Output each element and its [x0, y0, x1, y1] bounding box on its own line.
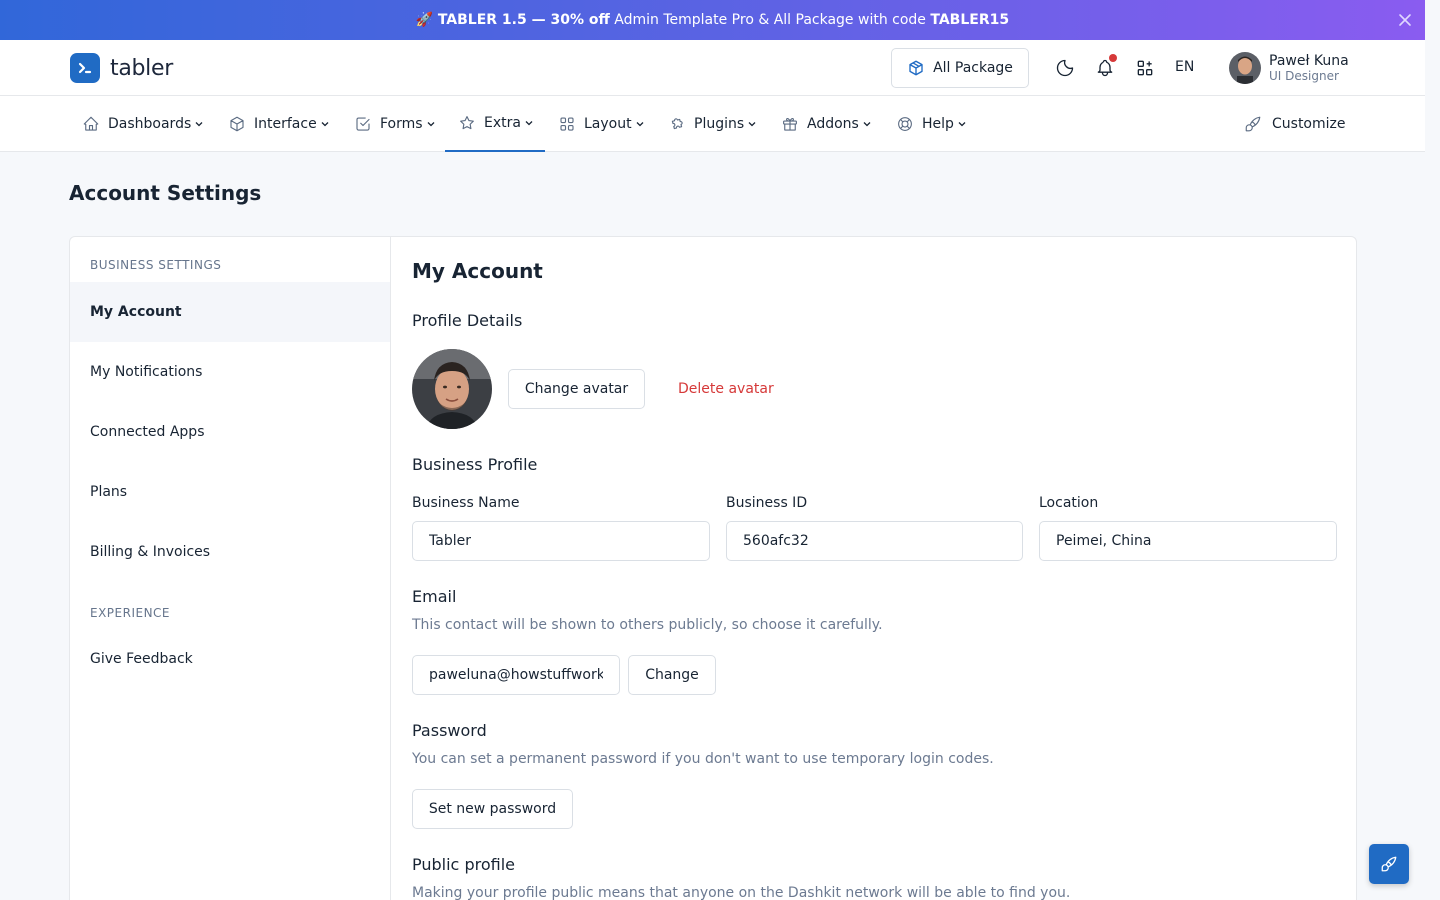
sidebar-section-business: Business settings: [90, 258, 222, 272]
nav-item-layout[interactable]: Layout: [558, 96, 645, 152]
customize-label: Customize: [1272, 116, 1346, 132]
brush-icon: [1245, 116, 1261, 132]
chevron-down-icon: [958, 122, 966, 127]
location-label: Location: [1039, 495, 1099, 511]
delete-avatar-link[interactable]: Delete avatar: [678, 381, 774, 397]
notification-dot: [1109, 54, 1117, 62]
nav-item-dashboards[interactable]: Dashboards: [82, 96, 204, 152]
settings-card: Business settings My Account My Notifica…: [69, 236, 1357, 900]
promo-banner: 🚀 TABLER 1.5 — 30% off Admin Template Pr…: [0, 0, 1425, 40]
logo[interactable]: tabler: [70, 53, 173, 83]
banner-discount: 30% off: [550, 12, 610, 28]
all-package-label: All Package: [933, 60, 1013, 76]
bell-icon[interactable]: [1095, 54, 1117, 78]
location-input[interactable]: [1039, 521, 1337, 561]
nav-item-interface[interactable]: Interface: [228, 96, 330, 152]
nav-item-extra[interactable]: Extra: [445, 96, 545, 152]
chevron-down-icon: [321, 122, 329, 127]
close-icon[interactable]: [1397, 12, 1413, 28]
business-name-input[interactable]: [412, 521, 710, 561]
nav-label-help: Help: [922, 116, 954, 132]
email-description: This contact will be shown to others pub…: [412, 617, 883, 633]
sidebar-section-experience: Experience: [90, 606, 171, 620]
change-email-button[interactable]: Change: [628, 655, 716, 695]
page-title: Account Settings: [69, 181, 262, 205]
banner-brand: TABLER 1.5: [437, 12, 527, 28]
top-header: tabler All Package EN Paweł Kuna UI Desi…: [0, 40, 1425, 96]
sidebar-item-plans[interactable]: Plans: [70, 462, 390, 522]
theme-settings-fab[interactable]: [1369, 844, 1409, 884]
banner-dash: —: [526, 12, 551, 28]
user-name: Paweł Kuna: [1269, 53, 1349, 69]
user-menu[interactable]: Paweł Kuna UI Designer: [1229, 52, 1349, 84]
language-selector[interactable]: EN: [1175, 59, 1194, 75]
puzzle-icon: [671, 118, 683, 130]
account-title: My Account: [412, 259, 543, 283]
nav-label-addons: Addons: [807, 116, 859, 132]
logo-text: tabler: [110, 55, 173, 81]
sidebar-item-give-feedback[interactable]: Give Feedback: [70, 629, 390, 689]
business-id-input[interactable]: [726, 521, 1023, 561]
public-profile-heading: Public profile: [412, 855, 515, 874]
sidebar-item-connected-apps[interactable]: Connected Apps: [70, 402, 390, 462]
rocket-emoji: 🚀: [415, 12, 434, 28]
chevron-down-icon: [863, 122, 871, 127]
chevron-down-icon: [525, 121, 533, 126]
banner-code: TABLER15: [930, 12, 1010, 28]
email-input[interactable]: [412, 655, 620, 695]
all-package-button[interactable]: All Package: [891, 48, 1029, 88]
layout-grid-icon: [560, 117, 574, 131]
nav-label-interface: Interface: [254, 116, 317, 132]
business-name-label: Business Name: [412, 495, 520, 511]
home-icon: [83, 116, 99, 131]
nav-item-forms[interactable]: Forms: [354, 96, 436, 152]
set-new-password-button[interactable]: Set new password: [412, 789, 573, 829]
password-heading: Password: [412, 721, 487, 740]
chevron-down-icon: [195, 122, 203, 127]
main-navigation: Dashboards Interface Forms Extra Layout …: [0, 96, 1425, 152]
public-profile-description: Making your profile public means that an…: [412, 885, 1071, 900]
package-icon: [909, 60, 923, 76]
nav-item-addons[interactable]: Addons: [781, 96, 872, 152]
nav-label-layout: Layout: [584, 116, 632, 132]
lifebuoy-icon: [898, 117, 912, 131]
star-icon: [460, 116, 474, 130]
user-role: UI Designer: [1269, 69, 1339, 83]
chevron-down-icon: [748, 122, 756, 127]
profile-details-heading: Profile Details: [412, 311, 523, 330]
profile-avatar: [412, 349, 492, 429]
sidebar-item-billing-invoices[interactable]: Billing & Invoices: [70, 522, 390, 582]
moon-icon[interactable]: [1055, 58, 1075, 78]
nav-label-extra: Extra: [484, 115, 521, 131]
email-heading: Email: [412, 587, 457, 606]
account-panel: My Account Profile Details Change avatar…: [412, 237, 1337, 900]
customize-button[interactable]: Customize: [1244, 96, 1346, 152]
password-description: You can set a permanent password if you …: [412, 751, 994, 767]
nav-item-plugins[interactable]: Plugins: [668, 96, 757, 152]
settings-sidebar: Business settings My Account My Notifica…: [70, 237, 391, 900]
business-profile-heading: Business Profile: [412, 455, 538, 474]
nav-label-forms: Forms: [380, 116, 423, 132]
avatar: [1229, 52, 1261, 84]
apps-icon[interactable]: [1135, 58, 1155, 78]
sidebar-item-my-notifications[interactable]: My Notifications: [70, 342, 390, 402]
nav-label-dashboards: Dashboards: [108, 116, 192, 132]
checkbox-icon: [356, 117, 370, 131]
package-icon: [230, 116, 244, 132]
chevron-down-icon: [427, 122, 435, 127]
chevron-down-icon: [636, 122, 644, 127]
change-avatar-button[interactable]: Change avatar: [508, 369, 645, 409]
logo-mark-icon: [70, 53, 100, 83]
banner-text: Admin Template Pro & All Package with co…: [609, 12, 931, 28]
nav-label-plugins: Plugins: [694, 116, 745, 132]
nav-item-help[interactable]: Help: [896, 96, 967, 152]
sidebar-item-my-account[interactable]: My Account: [70, 282, 390, 342]
brush-icon: [1381, 856, 1397, 872]
business-id-label: Business ID: [726, 495, 808, 511]
gift-icon: [783, 118, 797, 131]
